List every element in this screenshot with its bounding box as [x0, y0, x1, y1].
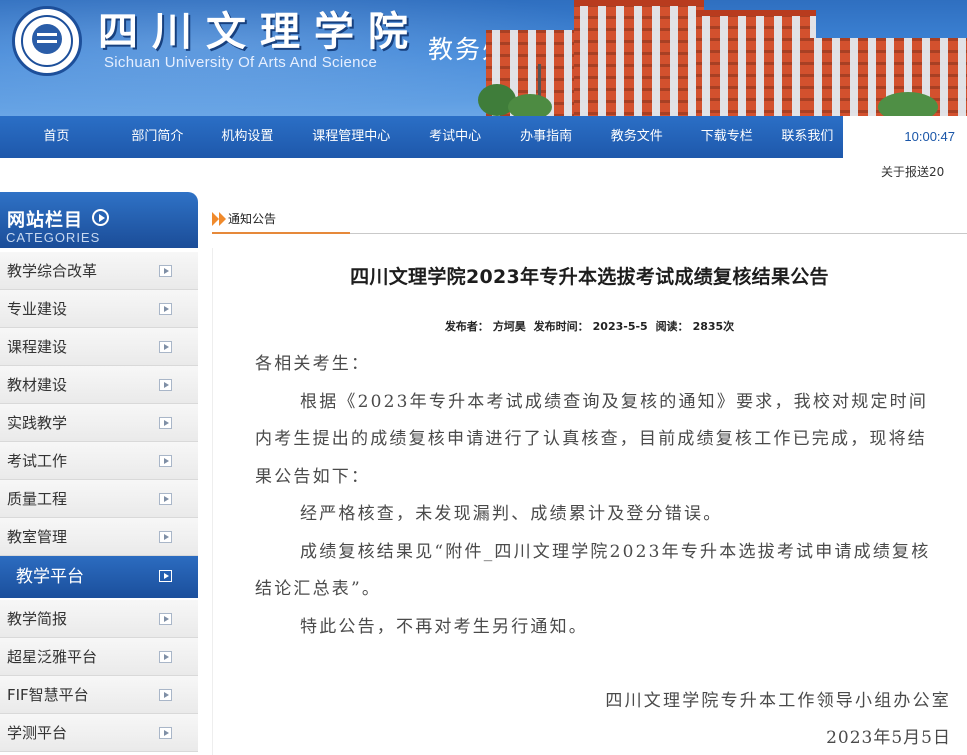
- sidebar-item-label: 教材建设: [7, 376, 68, 394]
- sidebar-item-label: 超星泛雅平台: [7, 648, 98, 666]
- school-name-en: Sichuan University Of Arts And Science: [104, 54, 378, 71]
- sidebar-item-label: 学测平台: [7, 724, 68, 742]
- marquee-text[interactable]: 关于报送20: [881, 165, 944, 179]
- nav-item[interactable]: 教务文件: [592, 116, 682, 158]
- play-arrow-icon: [159, 531, 172, 543]
- play-arrow-icon: [159, 379, 172, 391]
- nav-item[interactable]: 下载专栏: [682, 116, 772, 158]
- main-nav: 首页 部门简介 机构设置 课程管理中心 考试中心 办事指南 教务文件 下载专栏 联系我们: [0, 116, 843, 158]
- article-date: 2023年5月5日: [826, 728, 951, 748]
- play-arrow-icon: [159, 455, 172, 467]
- sidebar-item[interactable]: 教学简报: [0, 600, 198, 638]
- sidebar-item[interactable]: 质量工程: [0, 480, 198, 518]
- article-body: 各相关考生： 根据《2023年专升本考试成绩查询及复核的通知》要求，我校对规定时…: [255, 346, 945, 646]
- meta-publisher: 方坷昊: [492, 320, 526, 333]
- play-arrow-icon: [159, 265, 172, 277]
- sidebar-item[interactable]: 超星泛雅平台: [0, 638, 198, 676]
- meta-publisher-label: 发布者：: [444, 320, 489, 333]
- section-divider-accent: [212, 232, 350, 234]
- article-paragraph: 根据《2023年专升本考试成绩查询及复核的通知》要求，我校对规定时间内考生提出的…: [255, 391, 929, 487]
- sidebar-item[interactable]: 实践教学: [0, 404, 198, 442]
- sidebar-item-label: 课程建设: [7, 338, 68, 356]
- university-seal-icon[interactable]: [12, 6, 82, 76]
- sidebar-item[interactable]: 教室管理: [0, 518, 198, 556]
- sidebar-item[interactable]: 专业建设: [0, 290, 198, 328]
- play-arrow-icon: [159, 613, 172, 625]
- play-circle-icon: [92, 209, 109, 226]
- nav-item[interactable]: 机构设置: [202, 116, 293, 158]
- sidebar-item-label: FIF智慧平台: [7, 686, 89, 704]
- sidebar-item[interactable]: 考试工作: [0, 442, 198, 480]
- sidebar-item[interactable]: 学测平台: [0, 714, 198, 752]
- school-name-cn: 四川文理学院: [98, 8, 422, 55]
- nav-item[interactable]: 首页: [0, 116, 113, 158]
- sidebar-item[interactable]: 课程建设: [0, 328, 198, 366]
- meta-time: 2023-5-5: [592, 320, 648, 333]
- play-arrow-icon: [159, 493, 172, 505]
- nav-item[interactable]: 课程管理中心: [293, 116, 410, 158]
- article-title: 四川文理学院2023年专升本选拔考试成绩复核结果公告: [350, 266, 829, 288]
- sidebar-item[interactable]: 教材建设: [0, 366, 198, 404]
- play-arrow-icon: [159, 303, 172, 315]
- sidebar-item[interactable]: 教学综合改革: [0, 252, 198, 290]
- clock-display: 10:00:47: [904, 129, 955, 144]
- article-paragraph: 特此公告，不再对考生另行通知。: [300, 616, 588, 637]
- nav-item[interactable]: 办事指南: [501, 116, 592, 158]
- sidebar-item-label: 专业建设: [7, 300, 68, 318]
- sidebar-item-label: 教学平台: [16, 567, 84, 587]
- campus-building-image: [478, 0, 967, 116]
- article-signature: 四川文理学院专升本工作领导小组办公室: [605, 691, 951, 711]
- clock-area: 10:00:47: [843, 116, 967, 158]
- sidebar-item-label: 质量工程: [7, 490, 68, 508]
- tab-notices[interactable]: 通知公告: [212, 208, 350, 234]
- sidebar-item-label: 教学简报: [7, 610, 68, 628]
- sidebar-subtitle: CATEGORIES: [6, 230, 101, 245]
- play-arrow-icon: [159, 417, 172, 429]
- sidebar-item[interactable]: 教学平台: [0, 556, 198, 598]
- sidebar-item-label: 教室管理: [7, 528, 68, 546]
- play-arrow-icon: [159, 727, 172, 739]
- article-salutation: 各相关考生：: [255, 354, 371, 374]
- article-paragraph: 成绩复核结果见“附件_四川文理学院2023年专升本选拔考试申请成绩复核结论汇总表…: [255, 541, 931, 600]
- meta-reads-label: 阅读：: [655, 320, 689, 333]
- play-arrow-icon: [159, 570, 172, 582]
- sidebar-header: 网站栏目 CATEGORIES: [0, 192, 198, 248]
- play-arrow-icon: [159, 651, 172, 663]
- meta-time-label: 发布时间：: [533, 320, 589, 333]
- play-arrow-icon: [159, 689, 172, 701]
- sidebar: 网站栏目 CATEGORIES 教学综合改革 专业建设课程建设教材建设实践教学考试…: [0, 192, 198, 755]
- header-banner: 四川文理学院 Sichuan University Of Arts And Sc…: [0, 0, 967, 116]
- meta-reads: 2835次: [692, 320, 735, 333]
- notice-marquee[interactable]: 关于报送20: [881, 162, 967, 182]
- sidebar-item-label: 教学综合改革: [7, 262, 98, 280]
- article-meta: 发布者： 方坷昊 发布时间： 2023-5-5 阅读： 2835次: [212, 318, 967, 334]
- sidebar-item-label: 实践教学: [7, 414, 68, 432]
- article-paragraph: 经严格核查，未发现漏判、成绩累计及登分错误。: [300, 504, 723, 524]
- sidebar-item-label: 考试工作: [7, 452, 68, 470]
- nav-item[interactable]: 部门简介: [113, 116, 202, 158]
- sidebar-item[interactable]: FIF智慧平台: [0, 676, 198, 714]
- nav-item[interactable]: 联系我们: [772, 116, 843, 158]
- sidebar-title: 网站栏目: [7, 210, 83, 231]
- tab-label: 通知公告: [228, 212, 277, 226]
- double-chevron-icon: [212, 212, 228, 226]
- nav-item[interactable]: 考试中心: [410, 116, 501, 158]
- play-arrow-icon: [159, 341, 172, 353]
